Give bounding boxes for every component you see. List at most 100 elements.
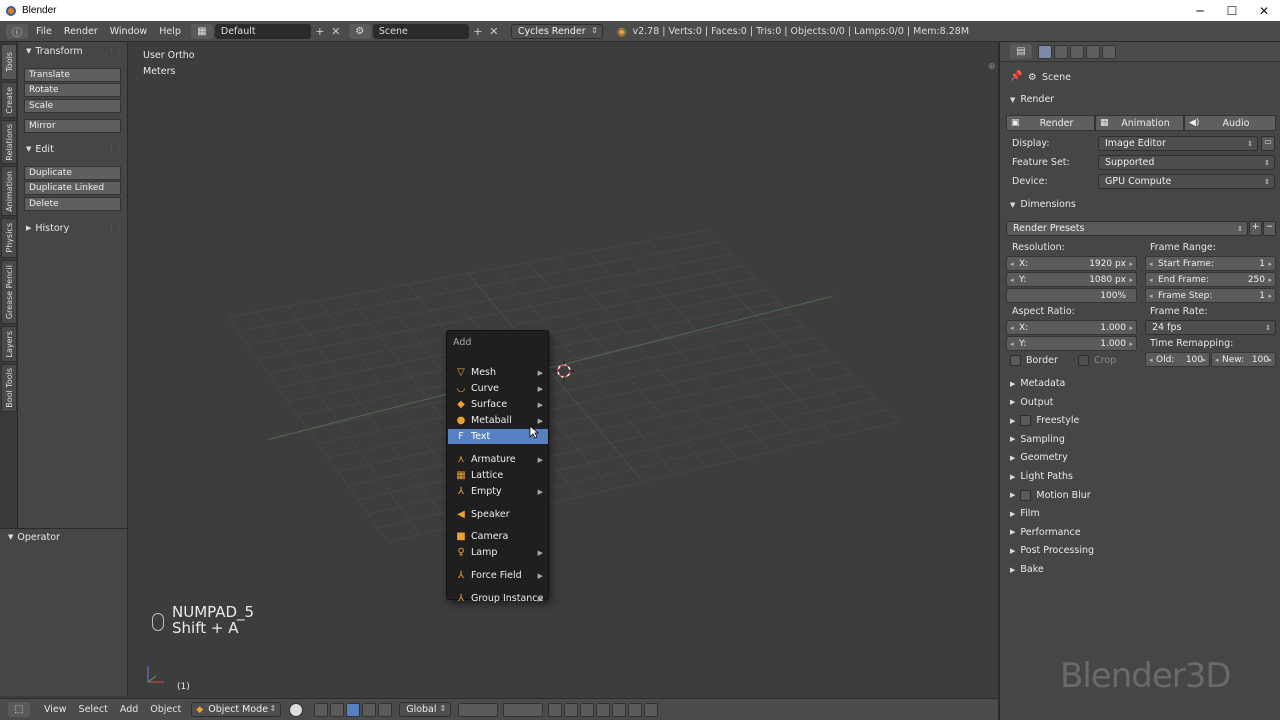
frame-step-field[interactable]: ◂ Frame Step: 1 ▸	[1145, 288, 1276, 303]
opengl-render-icon[interactable]	[628, 702, 643, 717]
display-dropdown[interactable]: Image Editor ⇕	[1098, 136, 1258, 151]
transform-panel-header[interactable]: ▼ Transform ⋮⋮	[18, 43, 128, 59]
motion-blur-panel-header[interactable]: ▶ Motion Blur	[1006, 487, 1276, 504]
crop-checkbox[interactable]	[1078, 355, 1089, 366]
feature-set-dropdown[interactable]: Supported ⇕	[1098, 155, 1275, 170]
bake-panel-header[interactable]: ▶ Bake	[1006, 561, 1276, 578]
add-menu-item-lattice[interactable]: ▦ Lattice	[448, 468, 548, 483]
motion-blur-checkbox[interactable]	[1020, 489, 1032, 501]
menu-window[interactable]: Window	[104, 26, 153, 37]
snap-toggle-icon[interactable]	[580, 702, 595, 717]
menu-add[interactable]: Add	[114, 704, 144, 715]
duplicate-button[interactable]: Duplicate	[24, 166, 121, 180]
proportional-edit-icon[interactable]	[564, 702, 579, 717]
maximize-button[interactable]: ☐	[1216, 0, 1248, 21]
add-menu-item-mesh[interactable]: ▽ Mesh ▶	[448, 365, 548, 380]
aspect-y-field[interactable]: ◂ Y: 1.000 ▸	[1006, 336, 1137, 351]
viewport-shading-icon[interactable]	[289, 702, 304, 717]
layers-group-2-icon[interactable]	[503, 702, 544, 717]
film-panel-header[interactable]: ▶ Film	[1006, 505, 1276, 522]
3d-viewport[interactable]: User Ortho Meters ⊕ NUMPAD_5 Shift + A (…	[128, 42, 998, 696]
post-processing-panel-header[interactable]: ▶ Post Processing	[1006, 542, 1276, 559]
mode-dropdown[interactable]: ◆ Object Mode ⇕	[191, 702, 282, 717]
output-panel-header[interactable]: ▶ Output	[1006, 394, 1276, 411]
resolution-x-field[interactable]: ◂ X: 1920 px ▸	[1006, 256, 1137, 271]
menu-view[interactable]: View	[38, 704, 73, 715]
dimensions-panel-header[interactable]: ▼ Dimensions	[1006, 196, 1276, 213]
scale-button[interactable]: Scale	[24, 99, 121, 113]
history-panel-header[interactable]: ▶ History ⋮⋮	[18, 220, 128, 236]
light-paths-panel-header[interactable]: ▶ Light Paths	[1006, 468, 1276, 485]
freestyle-checkbox[interactable]	[1020, 415, 1032, 427]
add-preset-icon[interactable]: +	[1249, 221, 1262, 236]
render-tab-icon[interactable]	[1038, 45, 1052, 59]
tab-layers[interactable]: Layers	[1, 326, 17, 362]
rotate-manipulator-icon[interactable]	[362, 702, 377, 717]
translate-button[interactable]: Translate	[24, 68, 121, 82]
translate-manipulator-icon[interactable]	[346, 702, 361, 717]
sampling-panel-header[interactable]: ▶ Sampling	[1006, 431, 1276, 448]
close-button[interactable]: ✕	[1248, 0, 1280, 21]
resolution-percentage-field[interactable]: 100%	[1006, 288, 1137, 303]
screen-layout-icon[interactable]: ▦	[190, 23, 213, 39]
add-menu-item-group-instance[interactable]: ⅄ Group Instance ▶	[448, 591, 548, 606]
manipulator-toggle-icon[interactable]	[330, 702, 345, 717]
tab-tools[interactable]: Tools	[1, 44, 17, 80]
tab-relations[interactable]: Relations	[1, 120, 17, 164]
edit-panel-header[interactable]: ▼ Edit ⋮⋮	[18, 141, 128, 157]
add-screen-icon[interactable]: +	[313, 24, 327, 38]
render-engine-dropdown[interactable]: Cycles Render ⇕	[510, 23, 603, 39]
operator-panel-header[interactable]: ▼ Operator	[0, 529, 128, 545]
render-preview-icon[interactable]	[612, 702, 627, 717]
end-frame-field[interactable]: ◂ End Frame: 250 ▸	[1145, 272, 1276, 287]
performance-panel-header[interactable]: ▶ Performance	[1006, 524, 1276, 541]
mirror-button[interactable]: Mirror	[24, 119, 121, 133]
lock-camera-icon[interactable]	[548, 702, 563, 717]
add-menu-item-armature[interactable]: ⋏ Armature ▶	[448, 452, 548, 467]
info-editor-type-icon[interactable]: ⓘ	[6, 23, 28, 39]
remove-screen-icon[interactable]: ✕	[329, 24, 343, 38]
scene-icon[interactable]: ⚙	[348, 23, 371, 39]
properties-editor-type-icon[interactable]: ▤	[1010, 44, 1032, 59]
geometry-panel-header[interactable]: ▶ Geometry	[1006, 449, 1276, 466]
resolution-y-field[interactable]: ◂ Y: 1080 px ▸	[1006, 272, 1137, 287]
tab-animation[interactable]: Animation	[1, 166, 17, 216]
display-extra-icon[interactable]: ▭	[1261, 136, 1275, 151]
menu-file[interactable]: File	[30, 26, 58, 37]
snap-target-icon[interactable]	[596, 702, 611, 717]
add-menu-item-lamp[interactable]: ♀ Lamp ▶	[448, 545, 548, 560]
audio-button[interactable]: ◀) Audio	[1184, 115, 1276, 131]
duplicate-linked-button[interactable]: Duplicate Linked	[24, 181, 121, 195]
menu-render[interactable]: Render	[58, 26, 104, 37]
add-menu-item-camera[interactable]: ■ Camera	[448, 529, 548, 544]
border-checkbox[interactable]	[1010, 355, 1021, 366]
tab-physics[interactable]: Physics	[1, 218, 17, 258]
render-button[interactable]: ▣ Render	[1006, 115, 1095, 131]
aspect-x-field[interactable]: ◂ X: 1.000 ▸	[1006, 320, 1137, 335]
tab-grease-pencil[interactable]: Grease Pencil	[1, 260, 17, 324]
delete-button[interactable]: Delete	[24, 197, 121, 211]
device-dropdown[interactable]: GPU Compute ⇕	[1098, 174, 1275, 189]
start-frame-field[interactable]: ◂ Start Frame: 1 ▸	[1145, 256, 1276, 271]
tab-create[interactable]: Create	[1, 82, 17, 118]
remove-preset-icon[interactable]: −	[1263, 221, 1276, 236]
scene-field[interactable]: Scene	[372, 23, 469, 39]
add-menu-item-surface[interactable]: ◆ Surface ▶	[448, 397, 548, 412]
remove-scene-icon[interactable]: ✕	[487, 24, 501, 38]
object-tab-icon[interactable]	[1102, 45, 1116, 59]
layers-group-1-icon[interactable]	[458, 702, 499, 717]
menu-select[interactable]: Select	[73, 704, 114, 715]
render-panel-header[interactable]: ▼ Render	[1006, 91, 1276, 108]
add-menu-item-force-field[interactable]: ⅄ Force Field ▶	[448, 568, 548, 583]
animation-button[interactable]: ▦ Animation	[1095, 115, 1184, 131]
time-old-field[interactable]: ◂ Old: 100 ▸	[1145, 352, 1210, 367]
pin-icon[interactable]: 📌	[1010, 71, 1022, 82]
opengl-animation-icon[interactable]	[644, 702, 659, 717]
menu-help[interactable]: Help	[153, 26, 187, 37]
freestyle-panel-header[interactable]: ▶ Freestyle	[1006, 412, 1276, 429]
render-layers-tab-icon[interactable]	[1054, 45, 1068, 59]
scale-manipulator-icon[interactable]	[378, 702, 393, 717]
pivot-point-icon[interactable]	[314, 702, 329, 717]
orientation-dropdown[interactable]: Global ⇕	[399, 702, 452, 717]
world-tab-icon[interactable]	[1086, 45, 1100, 59]
